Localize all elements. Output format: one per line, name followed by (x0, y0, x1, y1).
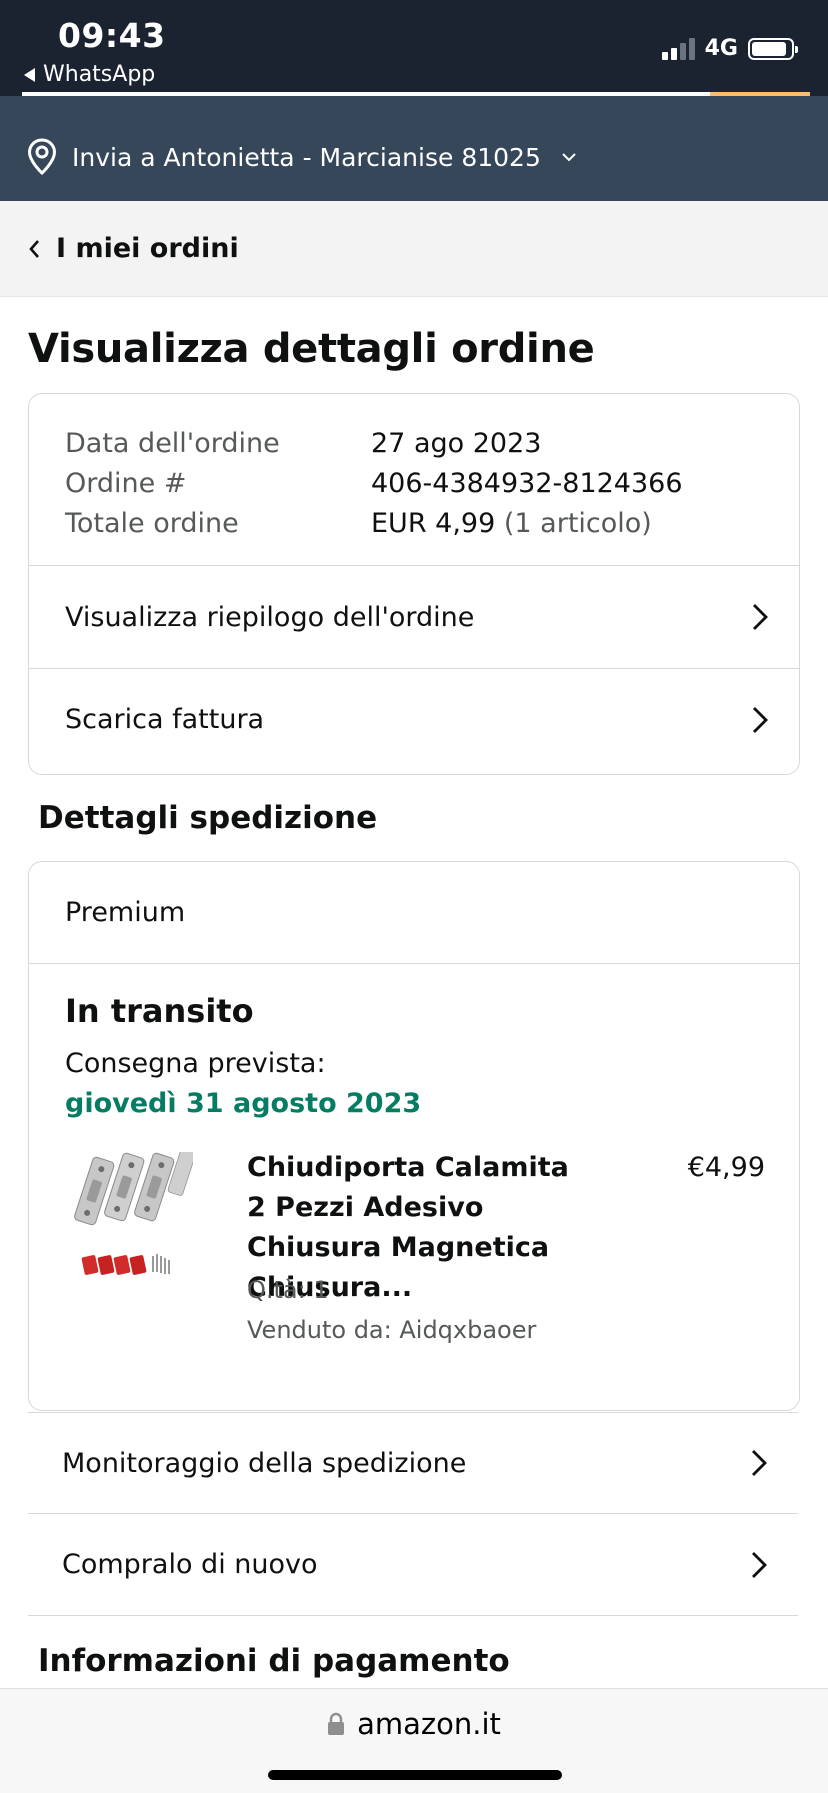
chevron-left-icon (29, 239, 39, 258)
breadcrumb-label: I miei ordini (56, 233, 239, 264)
chevron-down-icon (562, 153, 576, 162)
chevron-right-icon (752, 1551, 767, 1578)
order-summary-details: Data dell'ordine 27 ago 2023 Ordine # 40… (29, 394, 799, 566)
status-bar: 09:43 WhatsApp 4G (0, 0, 828, 106)
payment-info-heading: Informazioni di pagamento (38, 1643, 510, 1679)
order-date-label: Data dell'ordine (65, 428, 280, 459)
network-label: 4G (704, 36, 738, 61)
order-date-value: 27 ago 2023 (371, 428, 542, 459)
battery-icon (748, 37, 798, 60)
view-order-summary-link[interactable]: Visualizza riepilogo dell'ordine (29, 566, 799, 668)
download-invoice-label: Scarica fattura (65, 704, 265, 735)
location-text: Invia a Antonietta - Marcianise 81025 (72, 142, 541, 172)
lock-icon (328, 1712, 345, 1735)
order-summary-card: Data dell'ordine 27 ago 2023 Ordine # 40… (28, 393, 800, 775)
back-to-app-link[interactable]: WhatsApp (24, 62, 155, 87)
order-number-label: Ordine # (65, 468, 187, 499)
buy-again-label: Compralo di nuovo (62, 1549, 318, 1580)
track-shipment-label: Monitoraggio della spedizione (62, 1447, 467, 1479)
chevron-right-icon (752, 1450, 767, 1476)
shipment-status: In transito (65, 992, 254, 1030)
product-image[interactable] (63, 1152, 193, 1292)
download-invoice-link[interactable]: Scarica fattura (29, 668, 799, 770)
status-indicators: 4G (661, 36, 798, 61)
back-app-label: WhatsApp (43, 62, 156, 87)
status-time: 09:43 (58, 16, 166, 55)
product-price: €4,99 (687, 1152, 765, 1183)
order-total-value: EUR 4,99 (371, 508, 496, 539)
page-title: Visualizza dettagli ordine (28, 326, 595, 372)
track-shipment-link[interactable]: Monitoraggio della spedizione (28, 1412, 798, 1514)
shipping-details-heading: Dettagli spedizione (38, 800, 378, 836)
breadcrumb[interactable]: I miei ordini (0, 201, 828, 297)
shipment-card: Premium In transito Consegna prevista: g… (28, 861, 800, 1411)
view-order-summary-label: Visualizza riepilogo dell'ordine (65, 601, 475, 633)
buy-again-link[interactable]: Compralo di nuovo (28, 1514, 798, 1616)
battery-level (752, 41, 787, 56)
eta-label: Consegna prevista: (65, 1048, 326, 1079)
home-indicator[interactable] (268, 1770, 562, 1780)
chevron-right-icon (753, 706, 768, 733)
product-quantity: Q.tà: 1 (247, 1276, 329, 1304)
eta-date: giovedì 31 agosto 2023 (65, 1088, 422, 1119)
order-total-label: Totale ordine (65, 508, 239, 539)
product-seller: Venduto da: Aidqxbaoer (247, 1316, 537, 1344)
delivery-location-bar[interactable]: Invia a Antonietta - Marcianise 81025 (0, 96, 828, 201)
browser-url: amazon.it (357, 1707, 501, 1741)
order-item-count: (1 articolo) (503, 508, 652, 539)
chevron-right-icon (753, 604, 768, 630)
back-triangle-icon (24, 67, 35, 82)
location-pin-icon (27, 138, 57, 176)
order-number-value: 406-4384932-8124366 (371, 468, 683, 499)
shipping-type: Premium (29, 862, 799, 964)
signal-icon (661, 37, 695, 60)
